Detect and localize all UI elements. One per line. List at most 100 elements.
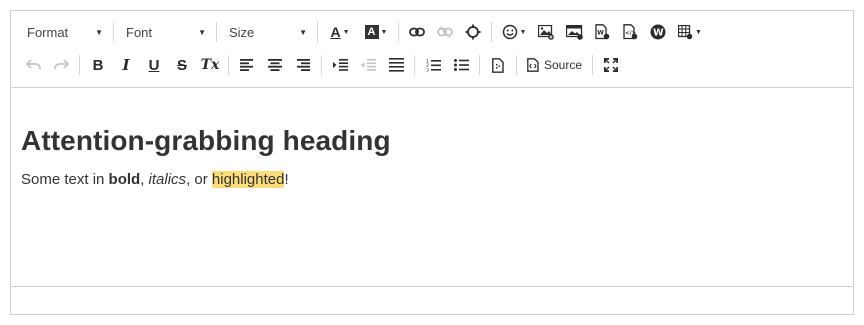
gallery-button[interactable] <box>560 19 588 45</box>
text-color-icon: A <box>330 24 341 40</box>
link-button[interactable] <box>403 19 431 45</box>
font-dropdown[interactable]: Font ▼ <box>118 19 212 45</box>
word-document-button[interactable]: W <box>588 19 616 45</box>
background-color-icon: A <box>364 25 379 39</box>
editor-toolbar: Format ▼ Font ▼ Size ▼ A ▼ A ▼ ▼ W </> W… <box>11 11 853 88</box>
toolbar-separator <box>516 55 517 75</box>
align-center-button[interactable] <box>261 52 289 78</box>
editor-content-area[interactable]: Attention-grabbing heading Some text in … <box>11 88 853 287</box>
unlink-button[interactable] <box>431 19 459 45</box>
bold-button[interactable]: B <box>84 52 112 78</box>
wordpress-logo-icon: W <box>650 24 666 40</box>
italic-text: italics <box>148 171 187 188</box>
bold-text: bold <box>108 171 141 188</box>
redo-button[interactable] <box>47 52 75 78</box>
bulleted-list-icon <box>453 59 469 71</box>
toolbar-separator <box>228 55 229 75</box>
text-color-button[interactable]: A ▼ <box>322 19 358 45</box>
svg-text:W: W <box>653 28 664 39</box>
source-button[interactable]: Source <box>521 52 588 78</box>
underline-button[interactable]: U <box>140 52 168 78</box>
wordpress-button[interactable]: W <box>644 19 672 45</box>
strikethrough-icon: S <box>176 56 187 74</box>
toolbar-separator <box>592 55 594 75</box>
indent-icon <box>332 59 348 71</box>
content-heading: Attention-grabbing heading <box>21 125 391 156</box>
undo-button[interactable] <box>19 52 47 78</box>
align-left-button[interactable] <box>233 52 261 78</box>
table-button[interactable]: ▼ <box>672 19 708 45</box>
unlink-icon <box>437 26 453 38</box>
html-document-button[interactable]: </> <box>616 19 644 45</box>
chevron-down-icon: ▼ <box>95 27 103 37</box>
numbered-list-icon: 123 <box>426 59 441 73</box>
chevron-down-icon: ▼ <box>299 27 307 37</box>
background-color-button[interactable]: A ▼ <box>358 19 394 45</box>
undo-icon <box>25 59 41 70</box>
font-dropdown-label: Font <box>126 24 153 40</box>
underline-icon: U <box>148 56 160 74</box>
source-code-icon <box>527 58 539 72</box>
anchor-button[interactable] <box>459 19 487 45</box>
redo-icon <box>53 59 69 70</box>
justify-button[interactable] <box>382 52 410 78</box>
paragraph-text: , <box>140 171 149 188</box>
image-button[interactable] <box>532 19 560 45</box>
source-button-label: Source <box>544 58 583 72</box>
word-document-icon: W <box>594 24 609 40</box>
paragraph-text: Some text in <box>21 171 109 188</box>
italic-icon: I <box>122 56 130 74</box>
gallery-icon <box>565 24 583 40</box>
bold-icon: B <box>92 56 104 74</box>
chevron-down-icon: ▼ <box>198 27 206 37</box>
outdent-icon <box>360 59 376 71</box>
code-document-icon: </> <box>622 24 637 40</box>
maximize-icon <box>604 58 619 72</box>
emoji-button[interactable]: ▼ <box>496 19 532 45</box>
image-icon <box>538 24 554 40</box>
paragraph-text: ! <box>284 171 289 188</box>
toolbar-separator <box>79 55 80 75</box>
chevron-down-icon: ▼ <box>519 28 527 36</box>
align-right-icon <box>297 59 310 71</box>
background-color-glyph: A <box>367 26 376 38</box>
table-icon <box>678 24 693 39</box>
align-left-icon <box>240 59 253 71</box>
align-center-icon <box>268 59 282 71</box>
toolbar-row-2: B I U S Tx 1 2 3 Source <box>19 51 625 79</box>
bulleted-list-button[interactable] <box>447 52 475 78</box>
justify-icon <box>388 58 404 72</box>
text-color-glyph: A <box>330 24 341 40</box>
rich-text-editor: Format ▼ Font ▼ Size ▼ A ▼ A ▼ ▼ W </> W… <box>10 10 854 315</box>
size-dropdown-label: Size <box>229 24 255 40</box>
chevron-down-icon: ▼ <box>380 28 388 36</box>
anchor-target-icon <box>465 24 481 40</box>
svg-text:W: W <box>597 30 604 37</box>
toolbar-separator <box>317 22 318 42</box>
indent-button[interactable] <box>326 52 354 78</box>
content-paragraph: Some text in bold, italics, or highlight… <box>21 171 843 188</box>
highlighted-text: highlighted <box>211 171 285 188</box>
toolbar-separator <box>113 22 114 42</box>
toolbar-separator <box>479 55 480 75</box>
format-dropdown[interactable]: Format ▼ <box>19 19 109 45</box>
outdent-button[interactable] <box>354 52 382 78</box>
numbered-list-button[interactable]: 123 <box>419 52 447 78</box>
smiley-icon <box>502 24 517 40</box>
link-icon <box>409 27 425 37</box>
svg-text:3: 3 <box>426 68 429 73</box>
chevron-down-icon: ▼ <box>695 28 702 36</box>
italic-button[interactable]: I <box>112 52 140 78</box>
size-dropdown[interactable]: Size ▼ <box>221 19 313 45</box>
chevron-down-icon: ▼ <box>342 28 350 36</box>
document-icon <box>492 57 504 73</box>
align-right-button[interactable] <box>289 52 317 78</box>
clear-formatting-button[interactable]: Tx <box>196 52 224 78</box>
editor-status-bar <box>11 286 853 314</box>
toolbar-separator <box>398 22 399 42</box>
maximize-button[interactable] <box>597 52 625 78</box>
templates-button[interactable] <box>484 52 512 78</box>
format-dropdown-label: Format <box>27 24 69 40</box>
toolbar-separator <box>491 22 492 42</box>
strikethrough-button[interactable]: S <box>168 52 196 78</box>
